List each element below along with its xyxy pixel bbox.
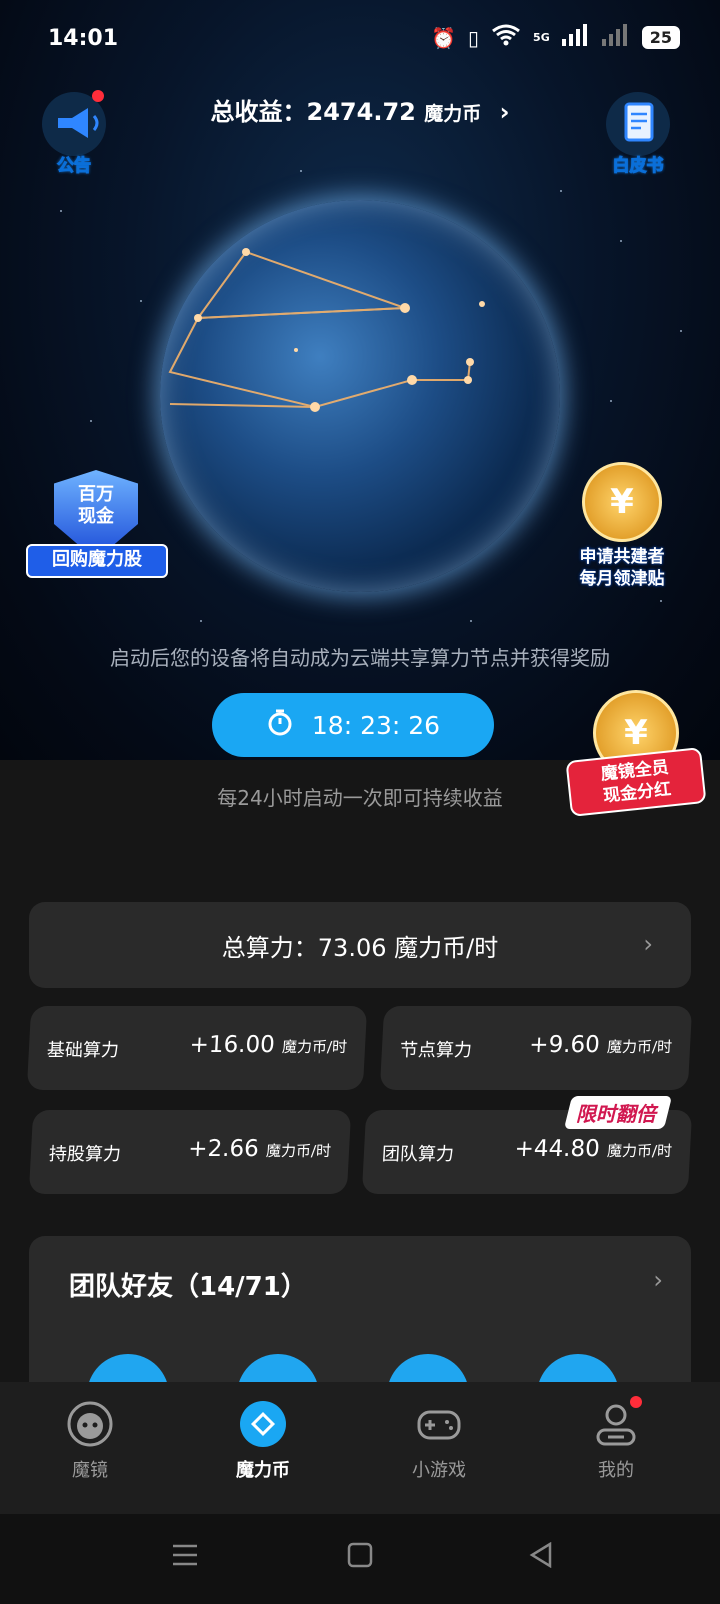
buyback-ribbon: 回购魔力股 (26, 544, 168, 578)
builder-line1: 申请共建者 (579, 547, 665, 567)
chevron-right-icon: › (653, 1266, 663, 1294)
builder-line2: 每月领津贴 (579, 569, 665, 589)
buyback-shield-text: 百万 现金 (54, 484, 138, 528)
diamond-coin-icon (239, 1400, 287, 1448)
limited-double-tag: 限时翻倍 (563, 1096, 673, 1129)
power-card-stake: 持股算力 +2.66 魔力币/时 (28, 1110, 352, 1194)
signal-2-icon (601, 24, 630, 51)
tab-mini-games[interactable]: 小游戏 (379, 1400, 499, 1482)
whitepaper-label: 白皮书 (612, 156, 664, 177)
power-name: 团队算力 (381, 1144, 455, 1165)
profile-icon (592, 1396, 642, 1448)
dividend-tag: 魔镜全员 现金分红 (565, 747, 707, 817)
start-timer-button[interactable]: 18: 23: 26 (212, 693, 494, 757)
tab-me[interactable]: 我的 (556, 1396, 676, 1482)
total-power-card[interactable]: 总算力：73.06 魔力币/时 › (29, 902, 691, 988)
chevron-right-icon: › (499, 98, 510, 126)
document-icon (606, 92, 670, 156)
whitepaper-button[interactable]: 白皮书 (598, 92, 678, 177)
signal-icon (561, 24, 590, 51)
chevron-right-icon: › (643, 930, 653, 958)
network-type: 5G (533, 31, 550, 44)
total-power-label: 总算力：73.06 魔力币/时 (221, 934, 499, 962)
system-nav-bar (0, 1514, 720, 1604)
team-title: 团队好友（14/71） (69, 1272, 307, 1302)
battery-indicator: 25 (641, 26, 680, 49)
timer-value: 18: 23: 26 (311, 710, 441, 740)
tab-label: 我的 (598, 1460, 634, 1481)
yuan-coin-icon: ¥ (582, 462, 662, 542)
buyback-promo[interactable]: 百万 现金 回购魔力股 (26, 470, 168, 590)
notice-button[interactable]: 公告 (38, 90, 110, 177)
status-icons: ⏰ ▯ 5G 25 (431, 24, 680, 51)
power-card-node: 节点算力 +9.60 魔力币/时 (379, 1006, 693, 1090)
power-value: +9.60 魔力币/时 (528, 1032, 673, 1058)
buyback-top: 百万 (78, 484, 114, 505)
vibrate-icon: ▯ (468, 25, 480, 50)
home-icon[interactable] (347, 1542, 373, 1572)
power-value: +44.80 魔力币/时 (513, 1136, 673, 1162)
mirror-face-icon (66, 1400, 114, 1448)
status-bar: 14:01 ⏰ ▯ 5G 25 (0, 0, 720, 80)
power-card-basic: 基础算力 +16.00 魔力币/时 (26, 1006, 368, 1090)
stopwatch-icon (266, 708, 294, 742)
megaphone-icon (42, 90, 106, 156)
description-text: 启动后您的设备将自动成为云端共享算力节点并获得奖励 (110, 646, 610, 670)
tab-magic-coin[interactable]: 魔力币 (203, 1400, 323, 1482)
notification-dot (630, 1396, 642, 1408)
notice-dot (92, 90, 104, 102)
tab-mirror[interactable]: 魔镜 (30, 1400, 150, 1482)
builder-promo[interactable]: ¥ 申请共建者 每月领津贴 (562, 462, 682, 589)
earnings-value: 2474.72 (306, 98, 416, 126)
power-name: 节点算力 (399, 1040, 473, 1061)
alarm-icon: ⏰ (431, 25, 457, 50)
earnings-unit: 魔力币 (424, 103, 482, 125)
power-value: +16.00 魔力币/时 (188, 1032, 348, 1058)
back-icon[interactable] (528, 1541, 554, 1572)
status-time: 14:01 (48, 26, 119, 51)
dividend-promo[interactable]: ¥ 魔镜全员 现金分红 (565, 690, 707, 820)
power-value: +2.66 魔力币/时 (187, 1136, 332, 1162)
power-name: 基础算力 (46, 1040, 120, 1061)
wifi-icon (491, 24, 521, 51)
notice-label: 公告 (57, 156, 92, 177)
tab-label: 魔力币 (236, 1460, 290, 1481)
earnings-prefix: 总收益： (210, 98, 307, 126)
menu-icon[interactable] (172, 1542, 198, 1572)
gamepad-icon (415, 1400, 463, 1448)
buyback-bottom: 现金 (78, 506, 114, 527)
network-globe (160, 200, 560, 592)
bottom-tab-bar: 魔镜 魔力币 小游戏 我的 (0, 1382, 720, 1514)
tab-label: 魔镜 (72, 1460, 108, 1481)
tab-label: 小游戏 (412, 1460, 466, 1481)
hero-section: 14:01 ⏰ ▯ 5G 25 总收益：2474.72 魔力币 › 公告 白皮书… (0, 0, 720, 760)
power-name: 持股算力 (48, 1144, 122, 1165)
